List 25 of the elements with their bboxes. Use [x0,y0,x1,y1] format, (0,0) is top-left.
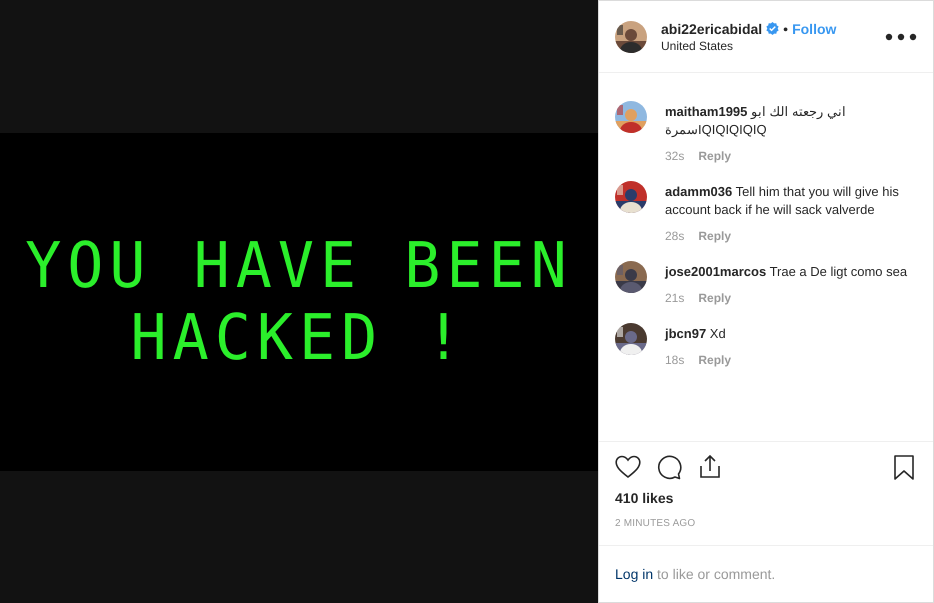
location-link[interactable]: United States [661,38,871,52]
reply-button[interactable]: Reply [698,353,732,367]
post-time: 2 MINUTES AGO [615,518,696,529]
likes-count[interactable]: 410 likes [615,490,917,506]
comment-time: 32s [665,149,684,163]
login-link[interactable]: Log in [615,566,654,582]
comment-text: jbcn97 Xd [665,325,727,343]
comment-time: 28s [665,229,684,243]
heart-icon[interactable] [615,454,641,480]
login-prompt: Log in to like or comment. [615,566,776,582]
image-caption-text: HACKED ! [130,304,468,372]
reply-button[interactable]: Reply [698,229,732,243]
follow-button[interactable]: Follow [792,20,836,36]
comment-text: jose2001marcos Trae a De ligt como sea [665,263,908,281]
comment-bubble-icon[interactable] [656,454,682,480]
image-caption-text: YOU HAVE BEEN [25,232,573,300]
comment-time: 18s [665,353,684,367]
bookmark-icon[interactable] [891,454,917,480]
comment-time: 21s [665,291,684,305]
separator-dot: • [783,20,788,36]
comment-text: adamm036 Tell him that you will give his account back if he will sack valverde [665,183,900,219]
username[interactable]: abi22ericabidal [661,20,762,36]
reply-button[interactable]: Reply [698,291,732,305]
reply-button[interactable]: Reply [698,149,732,163]
share-icon[interactable] [697,454,723,480]
